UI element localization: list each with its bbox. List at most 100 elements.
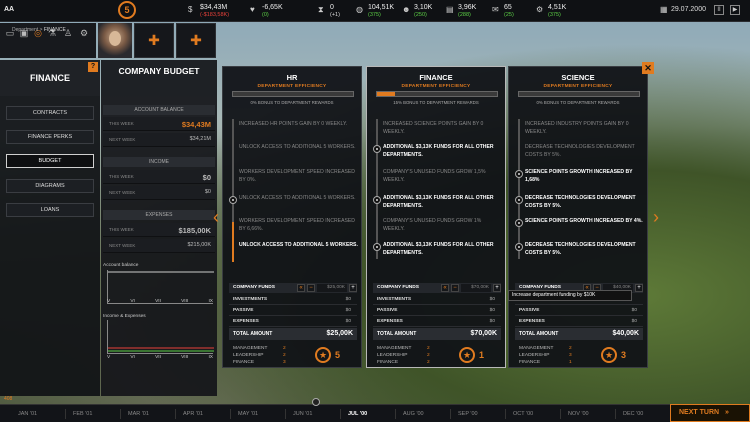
increase-funds-button[interactable]: + bbox=[635, 284, 643, 292]
perk-item: DECREASE TECHNOLOGIES DEVELOPMENT COSTS … bbox=[525, 195, 636, 209]
database-icon: ▤ bbox=[446, 5, 454, 14]
nav-budget[interactable]: BUDGET bbox=[6, 154, 94, 168]
mail-icon: ✉ bbox=[492, 5, 499, 14]
star-count: 5 bbox=[335, 350, 341, 360]
game-date: 29.07.2000 bbox=[670, 6, 706, 13]
perk-item: UNLOCK ACCESS TO ADDITIONAL 5 WORKERS. bbox=[239, 242, 358, 248]
perk-item: INCREASED INDUSTRY POINTS GAIN BY 0 WEEK… bbox=[525, 121, 629, 135]
perk-item: SCIENCE POINTS GROWTH INCREASED BY 1,68% bbox=[525, 169, 633, 183]
timeline-separator bbox=[175, 409, 176, 419]
expenses-next-week: NEXT WEEK $215,00K bbox=[103, 239, 215, 253]
nav-contracts[interactable]: CONTRACTS bbox=[6, 106, 94, 120]
page-title: FINANCE bbox=[0, 60, 100, 96]
decrease-funds-fast-button[interactable]: « bbox=[297, 284, 305, 292]
timeline-month: SEP '00 bbox=[458, 411, 478, 417]
increase-funds-button[interactable]: + bbox=[349, 284, 357, 292]
level-badge[interactable]: 5 bbox=[118, 1, 136, 19]
perk-item: UNLOCK ACCESS TO ADDITIONAL 5 WORKERS. bbox=[239, 144, 356, 150]
expenses-this-week: THIS WEEK $185,00K bbox=[103, 223, 215, 237]
perk-node bbox=[373, 196, 381, 204]
timeline-separator bbox=[505, 409, 506, 419]
hourglass-icon: ⧗ bbox=[318, 5, 324, 14]
globe-icon: ◍ bbox=[356, 5, 363, 14]
close-button[interactable]: ✕ bbox=[642, 62, 654, 74]
total-amount-row: TOTAL AMOUNT $40,00K bbox=[515, 328, 643, 340]
income-next-week: NEXT WEEK $0 bbox=[103, 186, 215, 200]
increase-funds-button[interactable]: + bbox=[493, 284, 501, 292]
timeline-separator bbox=[230, 409, 231, 419]
perk-item: DECREASE TECHNOLOGIES DEVELOPMENT COSTS … bbox=[525, 144, 635, 158]
pause-button[interactable]: II bbox=[714, 5, 724, 15]
funds-value: $25,00K bbox=[317, 284, 347, 292]
decrease-funds-button[interactable]: − bbox=[307, 284, 315, 292]
timeline-month: DEC '00 bbox=[623, 411, 644, 417]
add-manager-button-2[interactable]: ✚ bbox=[176, 23, 216, 58]
manager-stats: MANAGEMENT 2 LEADERSHIP 3 FINANCE 1 bbox=[519, 346, 572, 365]
nav-finance-perks[interactable]: FINANCE PERKS bbox=[6, 130, 94, 144]
timeline-separator bbox=[560, 409, 561, 419]
perk-node bbox=[515, 196, 523, 204]
department-card-science: SCIENCE DEPARTMENT EFFICIENCY 0% BONUS T… bbox=[508, 66, 648, 368]
income-expenses-chart-label: Income & Expenses bbox=[103, 314, 146, 319]
total-amount-row: TOTAL AMOUNT $70,00K bbox=[373, 328, 501, 340]
expenses-header: EXPENSES bbox=[103, 210, 215, 220]
decrease-funds-fast-button[interactable]: « bbox=[441, 284, 449, 292]
perk-node bbox=[515, 243, 523, 251]
perk-node bbox=[515, 219, 523, 227]
timeline-month: JUL '00 bbox=[348, 411, 368, 417]
timeline-month: NOV '00 bbox=[568, 411, 589, 417]
timeline-month: JUN '01 bbox=[293, 411, 313, 417]
timeline: JAN '01 FEB '01 MAR '01 APR '01 MAY '01 JUN '… bbox=[0, 404, 750, 422]
timeline-separator bbox=[120, 409, 121, 419]
timeline-separator bbox=[615, 409, 616, 419]
timeline-separator bbox=[340, 409, 341, 419]
expenses-row: EXPENSES $0 bbox=[373, 317, 501, 327]
star-icon: ★ bbox=[315, 347, 331, 363]
department-card-finance: FINANCE DEPARTMENT EFFICIENCY 15% BONUS … bbox=[366, 66, 506, 368]
passive-row: PASSIVE $0 bbox=[229, 306, 357, 316]
perk-item: UNLOCK ACCESS TO ADDITIONAL 5 WORKERS. bbox=[239, 195, 356, 201]
breadcrumb: Department > FINANCE bbox=[12, 27, 66, 33]
manager-stats: MANAGEMENT 2 LEADERSHIP 2 FINANCE 2 bbox=[377, 346, 430, 365]
passive-row: PASSIVE $0 bbox=[515, 306, 643, 316]
person-icon: ☻ bbox=[402, 5, 411, 14]
funds-value: $70,00K bbox=[461, 284, 491, 292]
help-button[interactable]: ? bbox=[88, 62, 98, 72]
perk-item: ADDITIONAL $3,13K FUNDS FOR ALL OTHER DE… bbox=[383, 195, 494, 209]
timeline-month: AUG '00 bbox=[403, 411, 424, 417]
star-count: 1 bbox=[479, 350, 485, 360]
play-button[interactable]: ▶ bbox=[730, 5, 740, 15]
timeline-month: FEB '01 bbox=[73, 411, 93, 417]
timeline-separator bbox=[395, 409, 396, 419]
heart-icon: ♥ bbox=[250, 5, 255, 14]
star-icon: ★ bbox=[459, 347, 475, 363]
timeline-month: MAY '01 bbox=[238, 411, 259, 417]
account-balance-header: ACCOUNT BALANCE bbox=[103, 105, 215, 115]
perk-item: WORKERS DEVELOPMENT SPEED INCREASED BY 6… bbox=[239, 218, 355, 232]
prev-department-arrow[interactable]: ‹ bbox=[212, 205, 220, 229]
timeline-month: MAR '01 bbox=[128, 411, 149, 417]
total-amount-row: TOTAL AMOUNT $25,00K bbox=[229, 328, 357, 340]
star-count: 3 bbox=[621, 350, 627, 360]
perk-node bbox=[373, 145, 381, 153]
income-this-week: THIS WEEK $0 bbox=[103, 170, 215, 184]
income-header: INCOME bbox=[103, 157, 215, 167]
avatar[interactable] bbox=[98, 23, 132, 58]
income-expenses-ticks: V VI VII VIII IX bbox=[107, 355, 213, 360]
next-turn-button[interactable]: NEXT TURN » bbox=[670, 404, 750, 422]
timeline-month: OCT '00 bbox=[513, 411, 534, 417]
perk-item: INCREASED HR POINTS GAIN BY 0 WEEKLY. bbox=[239, 121, 348, 127]
perk-item: ADDITIONAL $3,13K FUNDS FOR ALL OTHER DE… bbox=[383, 242, 494, 256]
nav-loans[interactable]: LOANS bbox=[6, 203, 94, 217]
add-manager-button[interactable]: ✚ bbox=[134, 23, 174, 58]
departments-container: HR DEPARTMENT EFFICIENCY 0% BONUS TO DEP… bbox=[220, 66, 656, 370]
timeline-month: JAN '01 bbox=[18, 411, 38, 417]
settings-icon[interactable]: ⚙ bbox=[78, 28, 90, 40]
nav-diagrams[interactable]: DIAGRAMS bbox=[6, 179, 94, 193]
perk-item: SCIENCE POINTS GROWTH INCREASED BY 4%. bbox=[525, 218, 643, 224]
perk-item: COMPANY'S UNUSED FUNDS GROW 1% WEEKLY. bbox=[383, 218, 482, 232]
turn-counter: 408 bbox=[4, 396, 13, 402]
decrease-funds-button[interactable]: − bbox=[451, 284, 459, 292]
timeline-marker[interactable] bbox=[312, 398, 320, 406]
expenses-row: EXPENSES $0 bbox=[515, 317, 643, 327]
